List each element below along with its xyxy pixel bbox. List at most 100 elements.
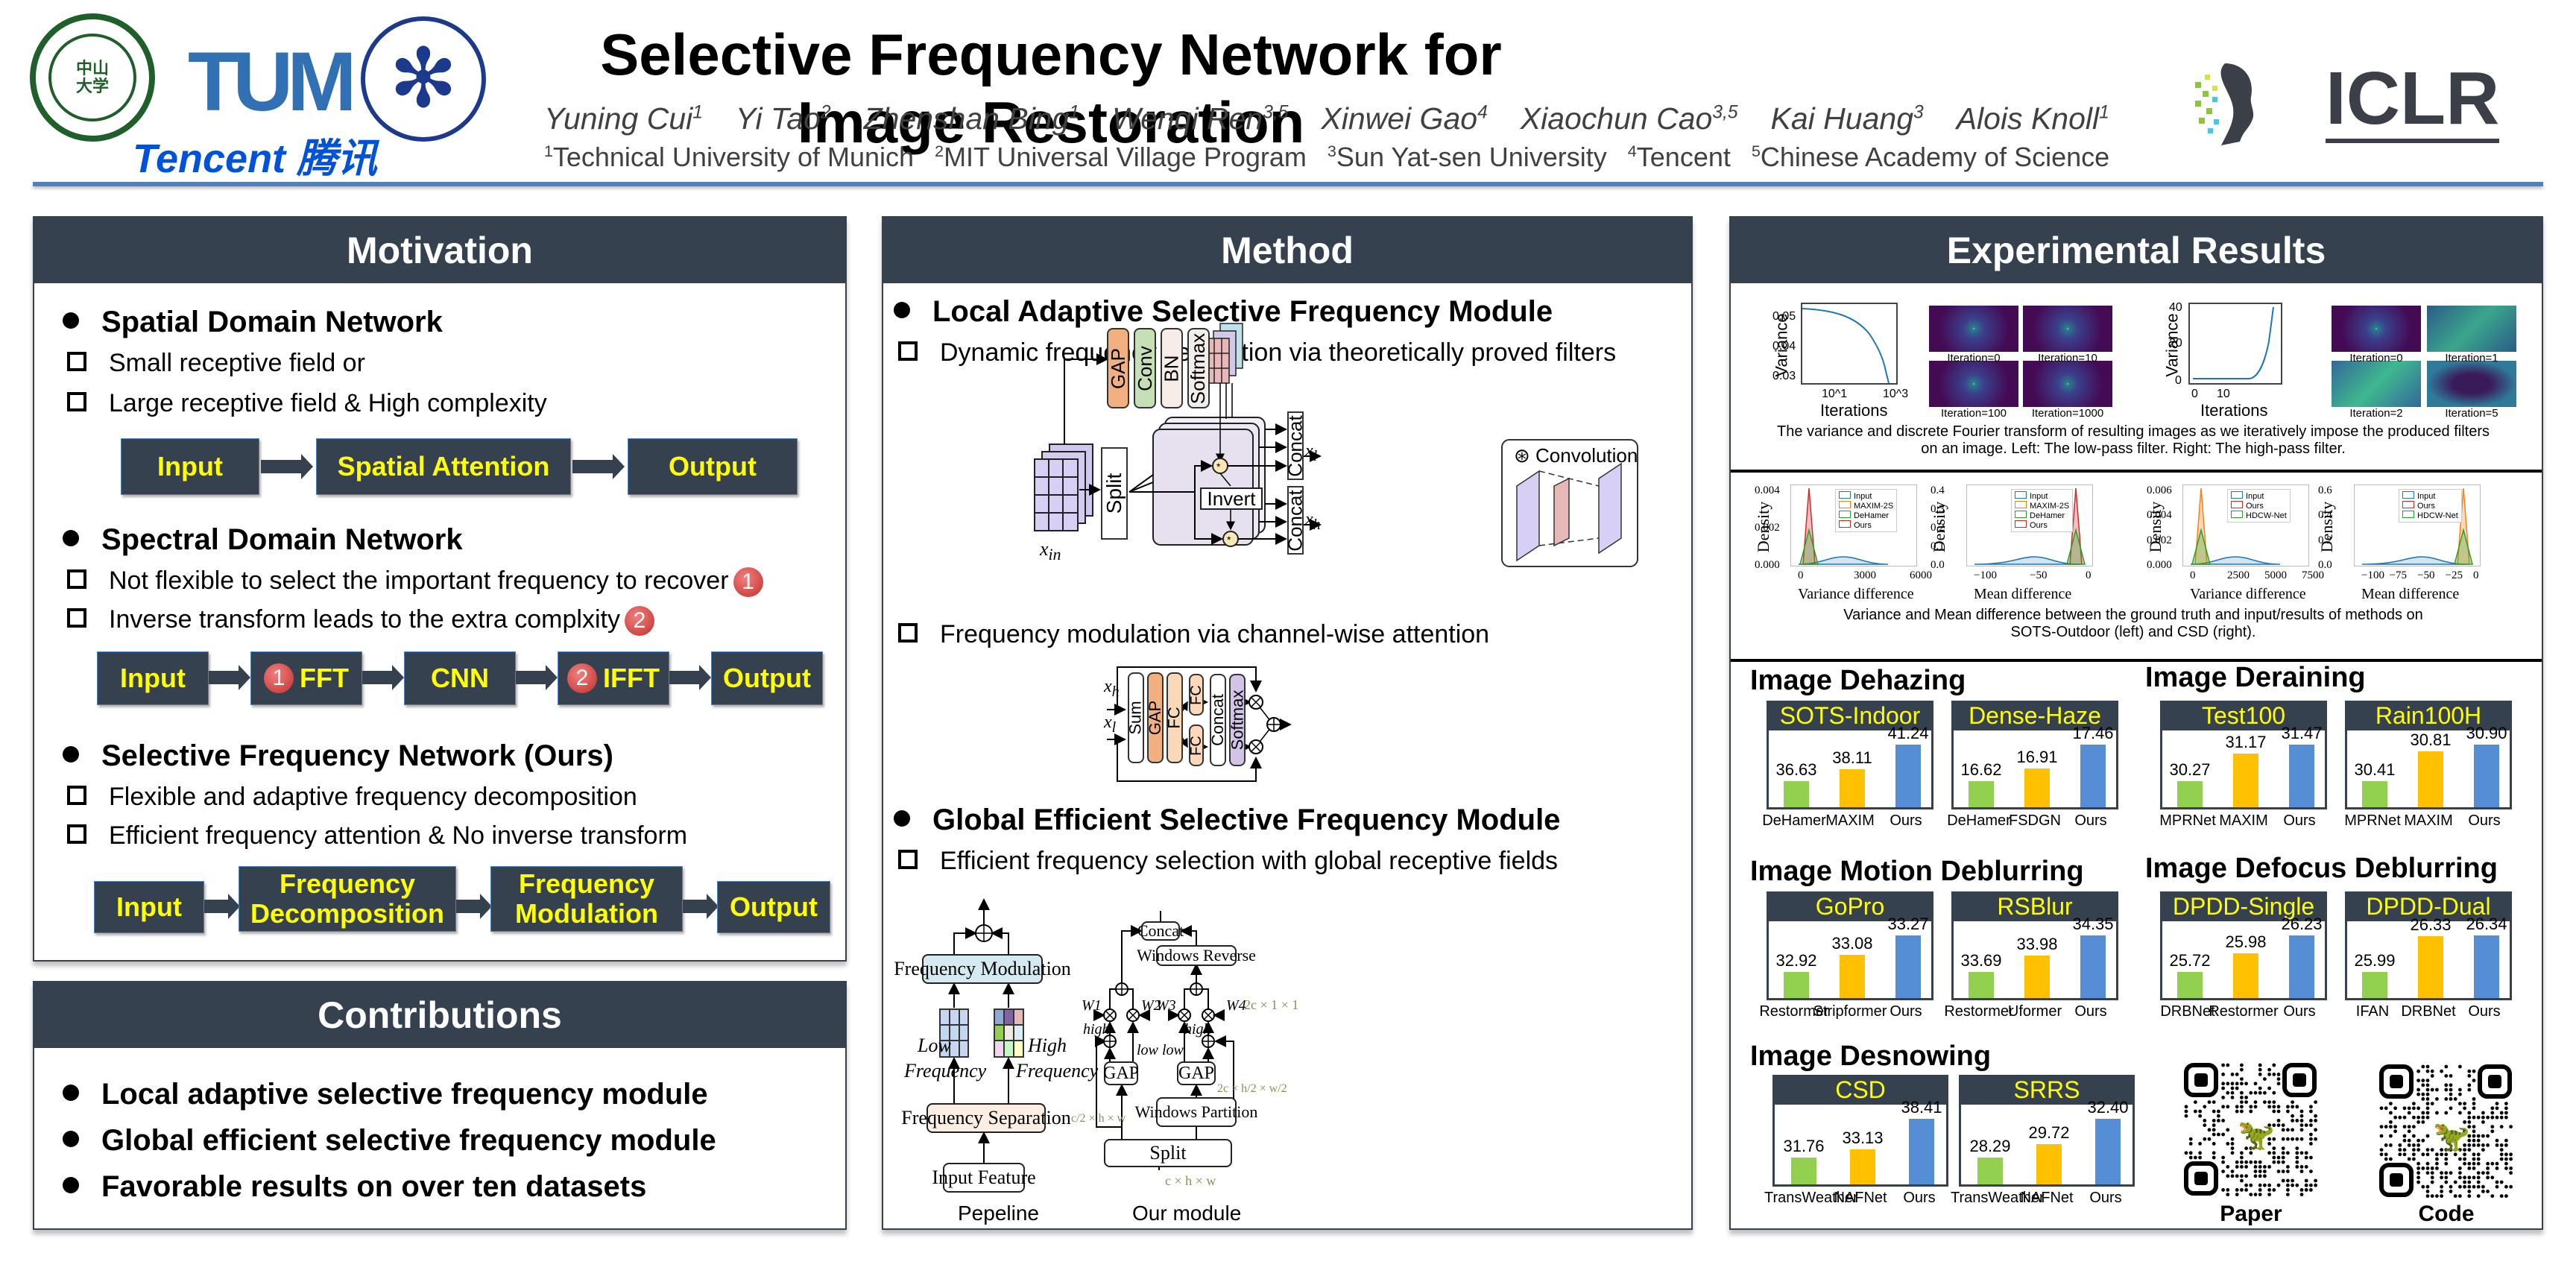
legend-swatch — [2231, 511, 2243, 518]
iclr-logo: ICLR — [2326, 61, 2500, 143]
bullet-icon — [63, 1085, 79, 1102]
bar-value-label: 30.27 — [2169, 760, 2211, 779]
bar — [2080, 935, 2106, 998]
tick-label: −100 — [2361, 569, 2384, 581]
tencent-logo: Tencent 腾讯 — [133, 136, 378, 181]
tick-label: 0.004 — [2147, 509, 2172, 522]
flow-arrow-icon — [209, 665, 250, 690]
bar — [1784, 972, 1809, 998]
dim-w4-label: 2c × 1 × 1 — [1244, 997, 1299, 1012]
axis-label: Variance difference — [1798, 586, 1914, 602]
flow-input: Input — [97, 651, 209, 705]
density-curve — [1974, 556, 2080, 565]
flow-arrow-icon — [572, 454, 625, 479]
legend-entry: Input — [2015, 491, 2069, 501]
tick-label: 0.0 — [1931, 559, 1945, 571]
square-bullet-icon — [67, 786, 86, 806]
flow-output: Output — [628, 438, 798, 495]
tick-label: 6000 — [1910, 569, 1932, 581]
tick-label: 0.000 — [2147, 559, 2172, 571]
tum-logo: TUM — [188, 35, 357, 128]
section-heading-spatial: Spatial Domain Network — [63, 306, 443, 339]
legend-swatch — [2402, 511, 2414, 518]
legend-entry: HDCW-Net — [2231, 511, 2287, 520]
contribution-item: Local adaptive selective frequency modul… — [63, 1078, 708, 1111]
bar — [1895, 745, 1921, 807]
legend-entry: Input — [2231, 491, 2287, 501]
section-heading-spectral: Spectral Domain Network — [63, 523, 463, 557]
tick-label: 0.04 — [1772, 340, 1796, 353]
high-label: high — [1184, 1021, 1211, 1038]
bar-category-label: Ours — [2283, 812, 2316, 829]
task-title-defocus: Image Defocus Deblurring — [2145, 853, 2498, 884]
bar-value-label: 25.72 — [2169, 951, 2211, 970]
legend-swatch — [2402, 491, 2414, 499]
bar-value-label: 33.13 — [1842, 1128, 1884, 1147]
bar-chart-test100: Test100 30.27 31.17 31.47 MPRNet MAXIM Ours — [2159, 701, 2327, 829]
flow-output: Output — [717, 881, 830, 933]
tick-label: 20 — [2169, 337, 2182, 350]
plot-area: 28.29 29.72 32.40 — [1959, 1098, 2135, 1187]
sysu-logo: 中山 大学 — [30, 13, 155, 142]
tick-label: 0.002 — [2147, 534, 2172, 546]
tick-label: 0 — [2086, 569, 2092, 581]
method-panel: Method Local Adaptive Selective Frequenc… — [882, 216, 1693, 1230]
bar — [2024, 768, 2050, 807]
bar-value-label: 26.33 — [2410, 915, 2452, 934]
tick-label: 0 — [2473, 569, 2479, 581]
flow-fft: 1 FFT — [250, 651, 362, 705]
bar-value-label: 26.23 — [2281, 915, 2323, 933]
bar — [2177, 972, 2203, 998]
w1-label: W1 — [1082, 997, 1102, 1014]
dim-partition-label: 2c × h/2 × w/2 — [1217, 1082, 1287, 1095]
bullet-icon — [63, 746, 79, 763]
bar-value-label: 33.98 — [2016, 935, 2058, 953]
bar — [1977, 1158, 2003, 1184]
section-divider — [1731, 659, 2542, 662]
paper-qr-code[interactable]: 🦖 — [2182, 1061, 2320, 1199]
low-label: low — [1162, 1042, 1184, 1058]
bar-chart-sots-indoor: SOTS-Indoor 36.63 38.11 41.24 DeHamer MAXIM Ou… — [1762, 701, 1933, 829]
affiliation-list: 1Technical University of Munich 2MIT Univ… — [484, 142, 2169, 173]
flow-arrow-icon — [456, 894, 492, 919]
number-badge-icon: 2 — [624, 606, 654, 637]
task-title-dehazing: Image Dehazing — [1750, 665, 1966, 696]
bar-chart-dpdd-single: DPDD-Single 25.72 25.98 26.23 DRBNet Restorme… — [2160, 891, 2327, 1020]
results-panel: Experimental Results Variance 0.05 0.04 … — [1729, 216, 2543, 1230]
gap-block: GAP — [1103, 1061, 1139, 1085]
qr-pattern: 🦖 — [2379, 1064, 2513, 1198]
fft-image — [2023, 306, 2112, 352]
bar-value-label: 33.69 — [1960, 951, 2002, 970]
tick-label: −50 — [2417, 569, 2435, 581]
chart-legend: Input Ours HDCW-Net — [2399, 489, 2462, 523]
tick-label: 0 — [2191, 388, 2198, 400]
chart-legend: Input Ours HDCW-Net — [2227, 489, 2291, 523]
motivation-panel: Motivation Spatial Domain Network Small … — [33, 216, 847, 962]
legend-entry: Ours — [2231, 501, 2287, 511]
density-curve — [2191, 528, 2211, 565]
code-qr-code[interactable]: 🦖 — [2378, 1063, 2515, 1200]
bar-category-label: Ours — [2089, 1190, 2122, 1206]
flow-arrow-icon — [516, 665, 558, 690]
tick-label: 0 — [2175, 374, 2182, 387]
flow-frequency-decomposition: Frequency Decomposition — [239, 866, 456, 932]
legend-swatch — [2231, 501, 2243, 508]
tick-label: 10^1 — [1822, 388, 1848, 400]
plot-area: 31.76 33.13 38.41 — [1772, 1098, 1948, 1187]
density-curve — [2361, 556, 2467, 565]
bar-category-label: Ours — [1903, 1190, 1936, 1206]
bar-value-label: 41.24 — [1887, 724, 1929, 742]
legend-swatch — [2015, 501, 2027, 508]
high-label: high — [1083, 1021, 1110, 1038]
tick-label: 0.6 — [2318, 484, 2332, 496]
tick-label: 0.4 — [1931, 484, 1945, 496]
bar — [2095, 1119, 2121, 1184]
fft-label: Iteration=2 — [2349, 407, 2403, 420]
lowpass-variance-chart — [1801, 303, 1898, 385]
high-label: High — [1028, 1035, 1067, 1056]
bar — [2080, 745, 2106, 807]
bar-value-label: 25.99 — [2354, 951, 2396, 970]
bullet-item: Flexible and adaptive frequency decompos… — [67, 783, 637, 812]
contribution-item: Favorable results on over ten datasets — [63, 1170, 646, 1204]
density-curve — [1799, 528, 1819, 565]
